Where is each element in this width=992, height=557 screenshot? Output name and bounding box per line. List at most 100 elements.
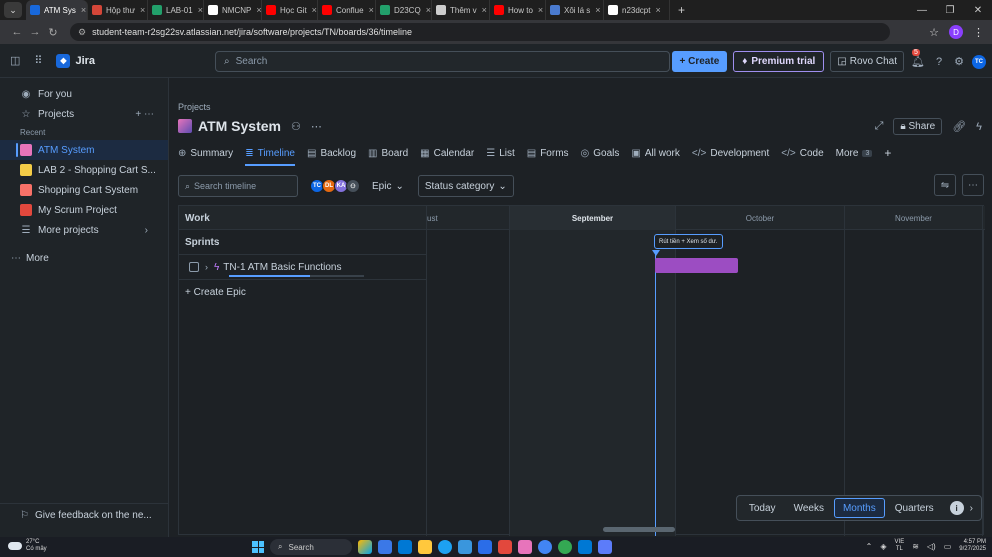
site-info-icon[interactable]: ⚙	[78, 27, 86, 38]
zoom-option-weeks[interactable]: Weeks	[786, 498, 832, 518]
breadcrumb[interactable]: Projects	[178, 102, 211, 112]
unassigned-avatar-icon[interactable]: ⚇	[346, 179, 360, 193]
browser-tab[interactable]: ATM Sys ×	[26, 0, 88, 20]
add-tab-icon[interactable]: +	[884, 146, 891, 160]
tab-board[interactable]: ▥ Board	[368, 144, 408, 162]
tab-backlog[interactable]: ▤ Backlog	[307, 144, 356, 162]
browser-tab[interactable]: Thêm v ×	[432, 0, 490, 20]
tab-development[interactable]: </> Development	[692, 144, 769, 162]
epic-checkbox[interactable]	[189, 262, 199, 272]
sidebar-item-project[interactable]: Shopping Cart System	[0, 180, 168, 200]
chevron-right-icon[interactable]: ›	[205, 262, 208, 272]
tab-all-work[interactable]: ▣ All work	[631, 144, 679, 162]
tab-summary[interactable]: ⊕ Summary	[178, 144, 233, 162]
chrome-app-icon[interactable]	[538, 540, 552, 554]
chevron-right-icon[interactable]: ›	[966, 503, 977, 514]
browser-tab[interactable]: n23dcpt ×	[604, 0, 670, 20]
edge-app-icon[interactable]	[398, 540, 412, 554]
close-tab-icon[interactable]: ×	[256, 5, 261, 15]
sidebar-item-project[interactable]: LAB 2 - Shopping Cart S...	[0, 160, 168, 180]
zoom-option-quarters[interactable]: Quarters	[887, 498, 942, 518]
sidebar-toggle-icon[interactable]: ◫	[10, 54, 20, 67]
close-window-icon[interactable]: ✕	[964, 5, 992, 16]
windows-start-icon[interactable]	[252, 541, 264, 553]
widgets-app-icon[interactable]	[358, 540, 372, 554]
epic-title-link[interactable]: TN-1 ATM Basic Functions	[223, 262, 341, 273]
browser-tab[interactable]: Hộp thư ×	[88, 0, 148, 20]
close-tab-icon[interactable]: ×	[81, 5, 86, 15]
epic-filter-dropdown[interactable]: Epic ⌄	[366, 175, 410, 197]
browser-tab[interactable]: Conflue ×	[318, 0, 376, 20]
url-field[interactable]: ⚙ student-team-r2sg22sv.atlassian.net/ji…	[70, 23, 890, 41]
browser-tab[interactable]: NMCNP ×	[204, 0, 262, 20]
view-settings-icon[interactable]: ⇋	[934, 174, 956, 196]
close-tab-icon[interactable]: ×	[595, 5, 600, 15]
minimize-icon[interactable]: —	[908, 5, 936, 16]
tab-calendar[interactable]: ▦ Calendar	[420, 144, 474, 162]
tab-forms[interactable]: ▤ Forms	[527, 144, 569, 162]
more-actions-icon[interactable]: ⋯	[311, 120, 322, 133]
automation-bolt-icon[interactable]: ϟ	[976, 121, 982, 133]
file-explorer-icon[interactable]	[418, 540, 432, 554]
app-icon-extra[interactable]	[598, 540, 612, 554]
help-icon[interactable]: ?	[932, 56, 946, 68]
zoom-option-today[interactable]: Today	[741, 498, 784, 518]
tab-more[interactable]: More 3	[836, 144, 873, 162]
bookmark-star-icon[interactable]: ☆	[929, 26, 939, 39]
browser-menu-icon[interactable]: ⋮	[973, 26, 984, 39]
projects-actions[interactable]: + ⋯	[135, 109, 154, 120]
reload-icon[interactable]: ↻	[44, 26, 62, 39]
close-tab-icon[interactable]: ×	[140, 5, 145, 15]
clock[interactable]: 4:57 PM 9/27/2025	[959, 539, 986, 553]
app-switcher-icon[interactable]: ⠿	[34, 54, 42, 67]
epic-row[interactable]: › ϟ TN-1 ATM Basic Functions	[179, 255, 426, 280]
wifi-icon[interactable]: ≋	[912, 542, 919, 551]
copy-link-icon[interactable]: 🔗︎	[952, 120, 966, 133]
restore-icon[interactable]: ❐	[936, 5, 964, 16]
word-app-icon[interactable]	[498, 540, 512, 554]
settings-gear-icon[interactable]: ⚙	[952, 55, 966, 68]
new-tab-button[interactable]: +	[670, 3, 693, 17]
tab-code[interactable]: </> Code	[781, 144, 823, 162]
expand-icon[interactable]: ⤢	[875, 120, 884, 133]
zoom-option-months[interactable]: Months	[833, 498, 885, 518]
sidebar-item-project[interactable]: My Scrum Project	[0, 200, 168, 220]
sprint-marker[interactable]: Rút tiền + Xem số dư.	[654, 234, 723, 249]
task-view-icon[interactable]	[378, 540, 392, 554]
language-indicator[interactable]: VIE TL	[895, 539, 905, 553]
sidebar-item-more[interactable]: ⋯ More	[0, 248, 168, 268]
store-app-icon[interactable]	[458, 540, 472, 554]
sidebar-item-project[interactable]: ATM System	[0, 140, 168, 160]
rovo-chat-button[interactable]: ◲ Rovo Chat	[830, 51, 904, 72]
tab-list[interactable]: ☰ List	[486, 144, 515, 162]
sprints-row[interactable]: Sprints	[179, 230, 426, 255]
tray-app-icon[interactable]: ◈	[880, 542, 886, 551]
browser-tab[interactable]: Học Git ×	[262, 0, 318, 20]
vscode-app-icon[interactable]	[578, 540, 592, 554]
app-icon-c[interactable]	[438, 540, 452, 554]
weather-widget[interactable]: 27°C Có mây	[8, 539, 47, 553]
tab-timeline[interactable]: ≣ Timeline	[245, 144, 295, 166]
more-options-icon[interactable]: ⋯	[962, 174, 984, 196]
timeline-search-input[interactable]: ⌕ Search timeline	[178, 175, 298, 197]
browser-tab[interactable]: How to ×	[490, 0, 546, 20]
close-tab-icon[interactable]: ×	[312, 5, 317, 15]
close-tab-icon[interactable]: ×	[538, 5, 543, 15]
create-epic-button[interactable]: + Create Epic	[179, 280, 426, 305]
browser-tab[interactable]: D23CQ ×	[376, 0, 432, 20]
close-tab-icon[interactable]: ×	[369, 5, 374, 15]
browser-tab[interactable]: Xôi lá s ×	[546, 0, 604, 20]
sidebar-item-for-you[interactable]: ◉ For you	[0, 84, 168, 104]
tray-overflow-icon[interactable]: ⌃	[866, 542, 873, 551]
jira-logo[interactable]: ◆ Jira	[56, 53, 95, 68]
give-feedback-button[interactable]: ⚐ Give feedback on the ne...	[0, 503, 169, 527]
horizontal-scrollbar[interactable]	[603, 527, 675, 532]
taskbar-search[interactable]: ⌕ Search	[270, 539, 352, 555]
app-icon-l[interactable]	[478, 540, 492, 554]
create-button[interactable]: + Create	[671, 51, 728, 72]
close-tab-icon[interactable]: ×	[655, 5, 660, 15]
user-avatar[interactable]: TC	[972, 54, 986, 69]
close-tab-icon[interactable]: ×	[482, 5, 487, 15]
global-search-input[interactable]: ⌕ Search	[215, 51, 670, 72]
epic-timeline-bar[interactable]	[655, 258, 738, 273]
